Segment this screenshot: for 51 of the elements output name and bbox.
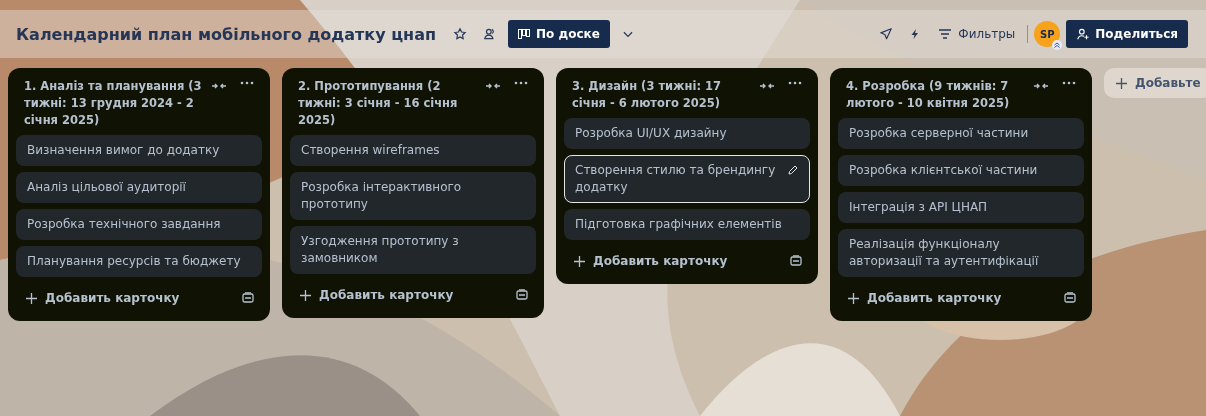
task-card[interactable]: Розробка інтерактивного прототипу bbox=[290, 172, 536, 220]
task-card[interactable]: Підготовка графічних елементів bbox=[564, 209, 810, 240]
task-card[interactable]: Реалізація функціоналу авторизації та аутентифікації bbox=[838, 229, 1084, 277]
plus-icon bbox=[848, 292, 859, 304]
task-card[interactable]: Узгодження прототипу з замовником bbox=[290, 226, 536, 274]
card-title: Розробка інтерактивного прототипу bbox=[301, 179, 463, 213]
plus-icon bbox=[26, 292, 37, 304]
pencil-icon[interactable] bbox=[787, 164, 799, 176]
list-title[interactable]: 1. Аналіз та планування (3 тижні: 13 грудня 2024 - 2 січня 2025) bbox=[24, 78, 202, 129]
filter-icon bbox=[938, 28, 953, 40]
plus-icon bbox=[574, 255, 585, 267]
task-card[interactable]: Створення стилю та брендингу додатку bbox=[564, 155, 810, 203]
task-card[interactable]: Планування ресурсів та бюджету bbox=[16, 246, 262, 277]
add-card-button[interactable]: Добавить карточку bbox=[294, 284, 460, 306]
task-card[interactable]: Визначення вимог до додатку bbox=[16, 135, 262, 166]
card-title: Планування ресурсів та бюджету bbox=[27, 253, 242, 270]
task-card[interactable]: Аналіз цільової аудиторії bbox=[16, 172, 262, 203]
card-title: Визначення вимог до додатку bbox=[27, 142, 221, 159]
list-title[interactable]: 4. Розробка (9 тижнів: 7 лютого - 10 квітня 2025) bbox=[846, 78, 1024, 112]
card-title: Розробка технічного завдання bbox=[27, 216, 222, 233]
task-card[interactable]: Інтеграція з API ЦНАП bbox=[838, 192, 1084, 223]
chevrons-up-icon bbox=[1052, 40, 1063, 50]
card-title: Розробка UI/UX дизайну bbox=[575, 125, 728, 142]
card-title: Підготовка графічних елементів bbox=[575, 216, 783, 233]
add-list-button[interactable]: Добавьте bbox=[1104, 68, 1206, 98]
list-title[interactable]: 3. Дизайн (3 тижні: 17 січня - 6 лютого 2025) bbox=[572, 78, 750, 112]
list-title[interactable]: 2. Прототипування (2 тижні: 3 січня - 16 січня 2025) bbox=[298, 78, 476, 129]
board-title[interactable]: Календарний план мобільного додатку цнап bbox=[16, 24, 436, 44]
card-title: Інтеграція з API ЦНАП bbox=[849, 199, 989, 216]
card-title: Створення стилю та брендингу додатку bbox=[575, 162, 777, 196]
card-title: Узгодження прототипу з замовником bbox=[301, 233, 460, 267]
add-card-button[interactable]: Добавить карточку bbox=[20, 287, 186, 309]
card-title: Розробка серверної частини bbox=[849, 125, 1030, 142]
filters-button[interactable]: Фильтры bbox=[932, 22, 1022, 46]
share-button[interactable]: Поделиться bbox=[1066, 20, 1188, 48]
plus-icon bbox=[1116, 77, 1127, 89]
task-card[interactable]: Розробка серверної частини bbox=[838, 118, 1084, 149]
board-view-button[interactable]: По доске bbox=[508, 20, 610, 48]
card-title: Створення wireframes bbox=[301, 142, 441, 159]
task-card[interactable]: Створення wireframes bbox=[290, 135, 536, 166]
add-card-button[interactable]: Добавить карточку bbox=[568, 250, 734, 272]
board-icon bbox=[518, 29, 530, 39]
task-card[interactable]: Розробка технічного завдання bbox=[16, 209, 262, 240]
card-title: Розробка клієнтської частини bbox=[849, 162, 1039, 179]
card-title: Аналіз цільової аудиторії bbox=[27, 179, 187, 196]
card-title: Реалізація функціоналу авторизації та аутентифікації bbox=[849, 236, 1040, 270]
add-person-icon bbox=[1076, 27, 1091, 41]
plus-icon bbox=[300, 289, 311, 301]
add-card-button[interactable]: Добавить карточку bbox=[842, 287, 1008, 309]
task-card[interactable]: Розробка клієнтської частини bbox=[838, 155, 1084, 186]
task-card[interactable]: Розробка UI/UX дизайну bbox=[564, 118, 810, 149]
